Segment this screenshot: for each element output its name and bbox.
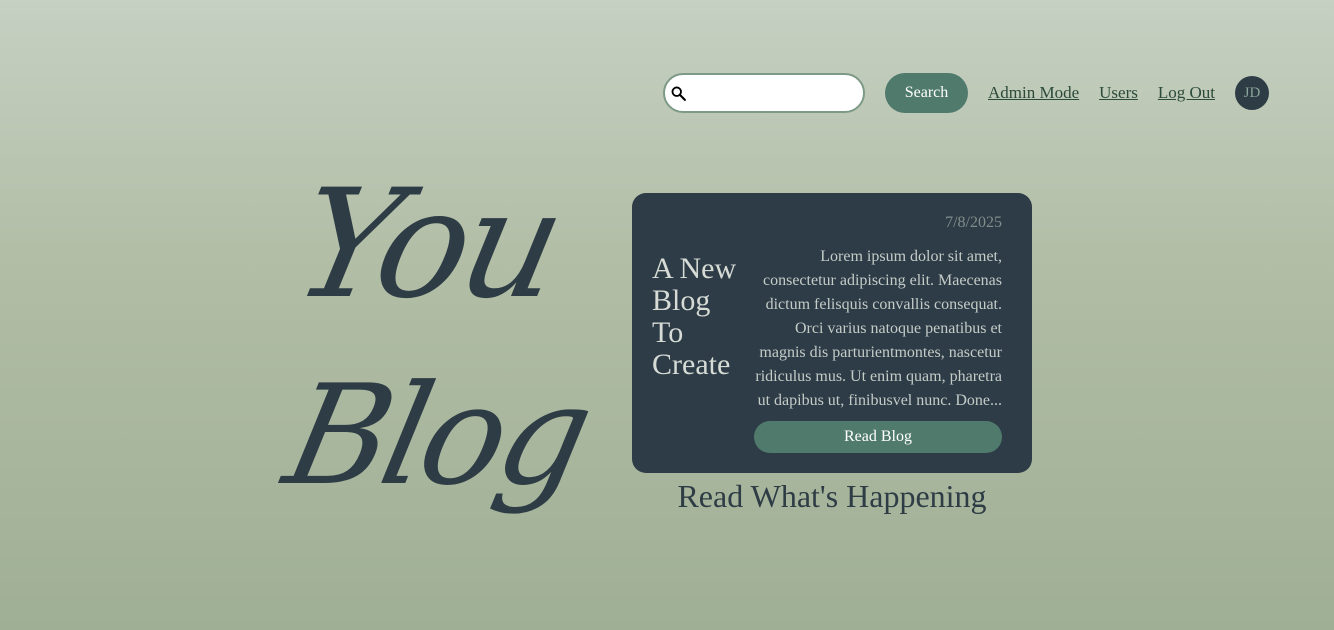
search-input[interactable] xyxy=(693,77,859,109)
log-out-link[interactable]: Log Out xyxy=(1158,83,1215,103)
search-icon xyxy=(671,86,686,101)
logo-line-blog: Blog xyxy=(272,355,601,516)
featured-blog-card: 7/8/2025 A New Blog To Create Lorem ipsu… xyxy=(632,193,1032,473)
logo-line-you: You xyxy=(281,158,574,332)
avatar[interactable]: JD xyxy=(1235,76,1269,110)
top-nav: Search Admin Mode Users Log Out JD xyxy=(663,73,1269,113)
search-button[interactable]: Search xyxy=(885,73,968,113)
users-link[interactable]: Users xyxy=(1099,83,1138,103)
tagline: Read What's Happening xyxy=(677,478,987,514)
post-title: A New Blog To Create xyxy=(652,252,737,381)
post-excerpt: Lorem ipsum dolor sit amet, consectetur … xyxy=(755,248,1002,409)
admin-mode-link[interactable]: Admin Mode xyxy=(988,83,1079,103)
post-date: 7/8/2025 xyxy=(945,214,1002,231)
search-box xyxy=(663,73,865,113)
site-logo: You Blog xyxy=(270,158,600,560)
read-blog-button[interactable]: Read Blog xyxy=(754,421,1002,453)
